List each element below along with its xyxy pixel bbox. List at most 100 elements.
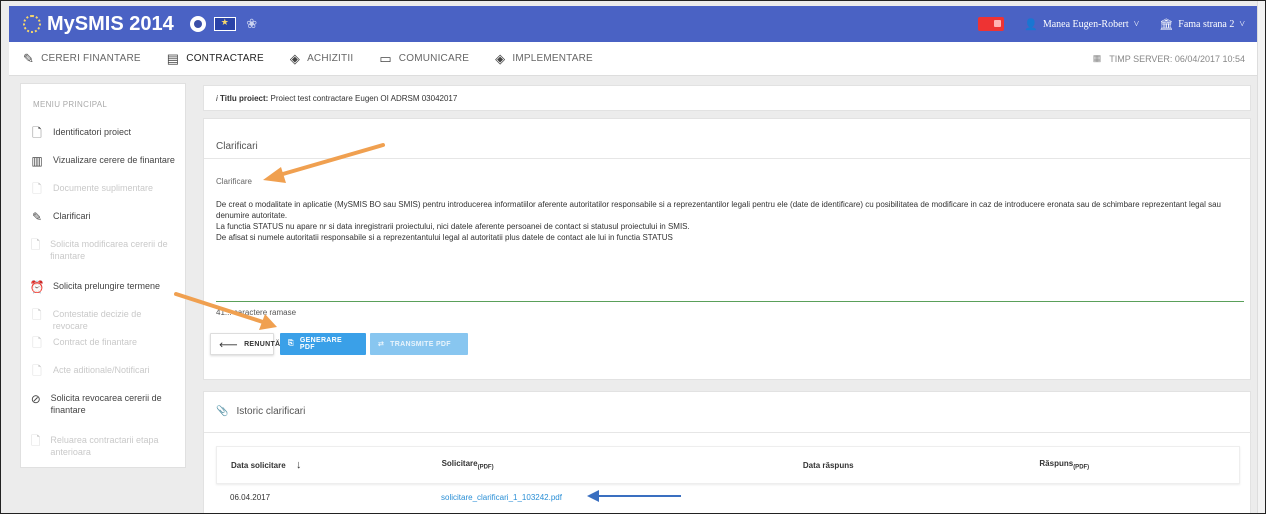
transmite-pdf-label: TRANSMITE PDF bbox=[390, 340, 451, 348]
renunta-label: RENUNTĂ bbox=[244, 340, 281, 348]
eu-flag-icon bbox=[213, 17, 236, 31]
top-bar: MySMIS 2014 ❀ 👤 Manea Eugen-Robert ˅ 🏛 F… bbox=[9, 6, 1259, 42]
table-row: 06.04.2017 solicitare_clarificari_1_1032… bbox=[216, 484, 1240, 510]
clarificare-text-line: La functia STATUS nu apare nr si data in… bbox=[216, 222, 690, 231]
chevron-down-icon: ˅ bbox=[1133, 18, 1140, 30]
mysmis-logo-icon bbox=[23, 15, 41, 33]
sidebar-item-revocare[interactable]: ⊘ Solicita revocarea cererii de finantar… bbox=[21, 392, 185, 416]
sidebar-item-modificare[interactable]: 🗋 Solicita modificarea cererii de finant… bbox=[21, 238, 185, 262]
file-icon: 🗋 bbox=[32, 364, 42, 378]
project-title-value: Proiect test contractare Eugen OI ADRSM … bbox=[270, 94, 458, 103]
menu-label: CERERI FINANTARE bbox=[41, 53, 141, 64]
sidebar-item-label: Solicita revocarea cererii de finantare bbox=[50, 393, 162, 415]
clarificare-text-line: De afisat si numele autoritatii responsa… bbox=[216, 233, 673, 242]
sidebar-item-reluare[interactable]: 🗋 Reluarea contractarii etapa anterioara bbox=[21, 434, 185, 458]
sidebar-item-documente[interactable]: 🗋 Documente suplimentare bbox=[21, 182, 185, 196]
clarificari-header: Clarificari bbox=[204, 119, 1250, 159]
sidebar-item-label: Clarificari bbox=[53, 211, 91, 221]
sidebar: MENIU PRINCIPAL 🗋 Identificatori proiect… bbox=[20, 83, 186, 468]
row-date: 06.04.2017 bbox=[230, 492, 271, 502]
layers-icon: ◈ bbox=[289, 50, 301, 66]
menu-achizitii[interactable]: ◈ ACHIZITII bbox=[290, 51, 353, 67]
monitor-icon: ▭ bbox=[379, 50, 392, 66]
info-icon: i bbox=[216, 94, 218, 103]
institution-icon: 🏛 bbox=[1159, 18, 1174, 31]
renunta-button[interactable]: 🡐 RENUNTĂ bbox=[210, 333, 280, 355]
sidebar-item-label: Contract de finantare bbox=[53, 337, 138, 347]
table-icon: ▥ bbox=[31, 154, 43, 168]
pencil-icon: ✎ bbox=[23, 50, 35, 66]
user-icon: 👤 bbox=[1024, 18, 1038, 31]
document-icon: ▤ bbox=[166, 50, 180, 66]
col-data-solicitare[interactable]: Data solicitare ↓ bbox=[217, 459, 442, 471]
pdf-tag: (PDF) bbox=[477, 464, 494, 471]
istoric-header-label: Istoric clarificari bbox=[236, 406, 306, 417]
user-menu[interactable]: 👤 Manea Eugen-Robert ˅ bbox=[1024, 18, 1139, 31]
sidebar-item-vizualizare[interactable]: ▥ Vizualizare cerere de finantare bbox=[21, 154, 185, 168]
clarificare-textarea[interactable]: De creat o modalitate in aplicatie (MySM… bbox=[216, 199, 1246, 243]
file-icon: 🗋 bbox=[32, 182, 42, 196]
sidebar-item-label: Identificatori proiect bbox=[53, 127, 132, 137]
layers-icon: ◈ bbox=[495, 50, 506, 66]
header-badges: ❀ bbox=[189, 16, 260, 32]
sidebar-item-label: Contestatie decizie de revocare bbox=[52, 309, 142, 331]
file-icon: 🗋 bbox=[32, 336, 42, 350]
institution-name: Fama strana 2 bbox=[1178, 18, 1235, 30]
menu-label: COMUNICARE bbox=[398, 53, 470, 64]
sidebar-item-contract[interactable]: 🗋 Contract de finantare bbox=[21, 336, 185, 350]
sidebar-item-label: Acte aditionale/Notificari bbox=[53, 365, 150, 375]
istoric-table: Data solicitare ↓ Solicitare(PDF) Data r… bbox=[216, 446, 1240, 510]
sidebar-item-label: Reluarea contractarii etapa anterioara bbox=[50, 435, 159, 457]
column-label: Data solicitare bbox=[231, 461, 286, 470]
institution-menu[interactable]: 🏛 Fama strana 2 ˅ bbox=[1159, 18, 1245, 31]
col-raspuns: Răspuns(PDF) bbox=[1039, 459, 1239, 471]
server-time-text: TIMP SERVER: 06/04/2017 10:54 bbox=[1109, 53, 1245, 64]
menu-comunicare[interactable]: ▭ COMUNICARE bbox=[379, 51, 469, 67]
clarificari-panel: Clarificari Clarificare De creat o modal… bbox=[203, 118, 1251, 380]
project-title-label: Titlu proiect: bbox=[220, 94, 269, 103]
paperclip-icon: 📎 bbox=[216, 406, 229, 417]
transmite-pdf-button[interactable]: ⇄ TRANSMITE PDF bbox=[370, 333, 468, 355]
menu-cereri-finantare[interactable]: ✎ CERERI FINANTARE bbox=[23, 51, 141, 67]
alarm-clock-icon: ⏰ bbox=[29, 280, 45, 294]
project-title-bar: i Titlu proiect: Proiect test contractar… bbox=[203, 85, 1251, 111]
chevron-down-icon: ˅ bbox=[1239, 18, 1245, 30]
sidebar-item-contestatie[interactable]: 🗋 Contestatie decizie de revocare bbox=[21, 308, 185, 332]
pdf-icon: ⎘ bbox=[288, 340, 294, 347]
emblem-icon: ❀ bbox=[246, 16, 258, 31]
sidebar-item-identificatori[interactable]: 🗋 Identificatori proiect bbox=[21, 126, 185, 140]
sidebar-title: MENIU PRINCIPAL bbox=[33, 100, 108, 109]
server-time: ▦ TIMP SERVER: 06/04/2017 10:54 bbox=[1093, 53, 1245, 64]
header-right: 👤 Manea Eugen-Robert ˅ 🏛 Fama strana 2 ˅ bbox=[978, 17, 1245, 31]
file-icon: 🗋 bbox=[32, 126, 42, 140]
table-header: Data solicitare ↓ Solicitare(PDF) Data r… bbox=[216, 446, 1240, 484]
globe-icon bbox=[189, 16, 206, 32]
user-name: Manea Eugen-Robert bbox=[1042, 18, 1129, 30]
transfer-icon: ⇄ bbox=[378, 341, 385, 348]
menu-contractare[interactable]: ▤ CONTRACTARE bbox=[167, 51, 264, 67]
solicitare-pdf-link[interactable]: solicitare_clarificari_1_103242.pdf bbox=[441, 493, 562, 502]
app-window: MySMIS 2014 ❀ 👤 Manea Eugen-Robert ˅ 🏛 F… bbox=[0, 0, 1266, 514]
notifications-icon[interactable] bbox=[978, 17, 1005, 31]
menu-implementare[interactable]: ◈ IMPLEMENTARE bbox=[495, 51, 593, 67]
generare-pdf-button[interactable]: ⎘ GENERARE PDF bbox=[280, 333, 366, 355]
pdf-tag: (PDF) bbox=[1073, 464, 1090, 471]
window-scrollbar[interactable] bbox=[1257, 1, 1265, 513]
sidebar-item-prelungire[interactable]: ⏰ Solicita prelungire termene bbox=[21, 280, 185, 294]
col-solicitare: Solicitare(PDF) bbox=[442, 459, 803, 471]
col-data-raspuns: Data răspuns bbox=[803, 461, 1040, 470]
file-icon: 🗋 bbox=[30, 434, 41, 448]
istoric-header: 📎 Istoric clarificari bbox=[216, 406, 305, 417]
char-counter: 41... caractere ramase bbox=[216, 308, 297, 317]
sidebar-item-clarificari[interactable]: ✎ Clarificari bbox=[21, 210, 185, 224]
sort-down-icon[interactable]: ↓ bbox=[296, 459, 302, 471]
main-menu: ✎ CERERI FINANTARE ▤ CONTRACTARE ◈ ACHIZ… bbox=[9, 42, 1259, 76]
menu-label: IMPLEMENTARE bbox=[512, 53, 593, 64]
sidebar-item-acte[interactable]: 🗋 Acte aditionale/Notificari bbox=[21, 364, 185, 378]
brand[interactable]: MySMIS 2014 bbox=[23, 13, 174, 36]
generare-pdf-label: GENERARE PDF bbox=[299, 337, 342, 351]
sidebar-item-label: Documente suplimentare bbox=[53, 183, 154, 193]
column-label: Data răspuns bbox=[802, 460, 854, 470]
column-label: Răspuns bbox=[1039, 459, 1074, 469]
divider bbox=[204, 432, 1252, 433]
